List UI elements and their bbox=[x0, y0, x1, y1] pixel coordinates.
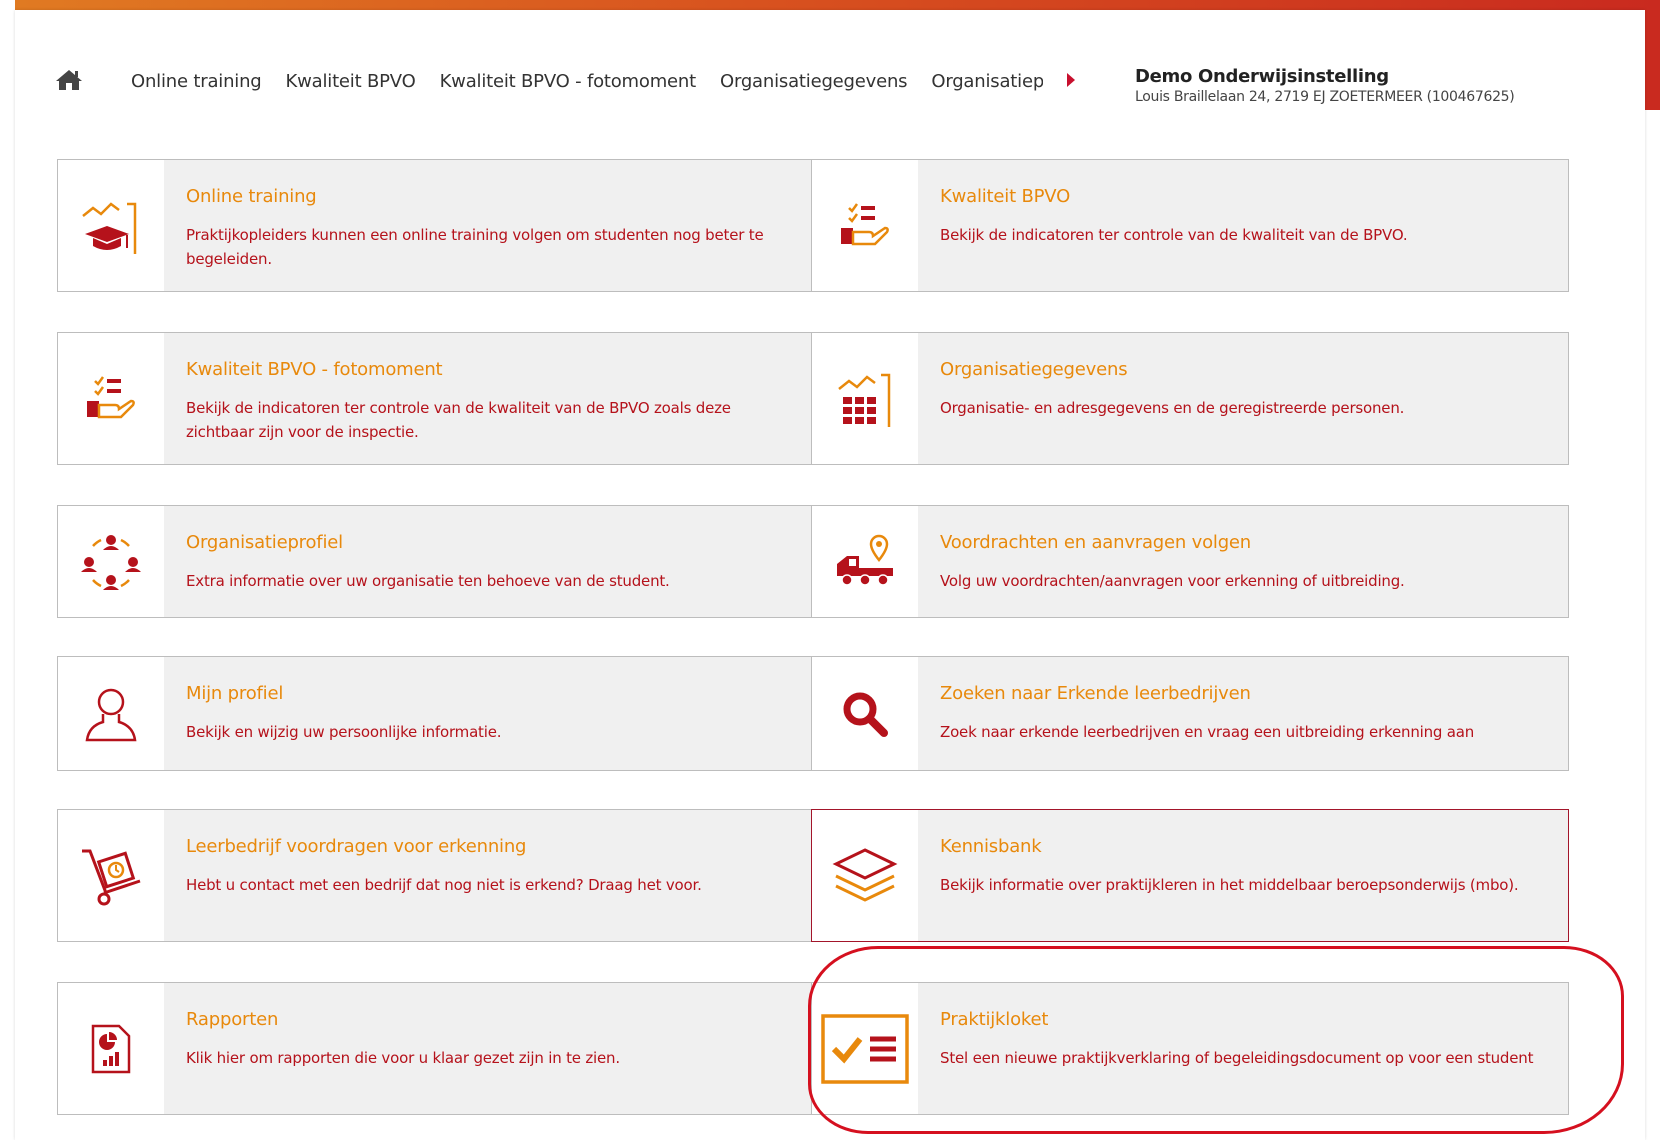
tile-mijn-profiel[interactable]: Mijn profiel Bekijk en wijzig uw persoon… bbox=[57, 656, 815, 771]
tile-kwaliteit-bpvo-fotomoment[interactable]: Kwaliteit BPVO - fotomoment Bekijk de in… bbox=[57, 332, 815, 465]
home-icon[interactable] bbox=[55, 68, 83, 92]
report-icon bbox=[91, 1024, 131, 1073]
tile-leerbedrijf-voordragen[interactable]: Leerbedrijf voordragen voor erkenning He… bbox=[57, 809, 815, 942]
people-circle-icon bbox=[81, 534, 141, 590]
tile-organisatieprofiel[interactable]: Organisatieprofiel Extra informatie over… bbox=[57, 505, 815, 618]
layers-icon bbox=[832, 847, 898, 902]
user-outline-icon bbox=[85, 688, 137, 741]
tile-description: Bekijk en wijzig uw persoonlijke informa… bbox=[186, 723, 502, 741]
tile-title: Online training bbox=[186, 186, 317, 207]
breadcrumb: Online training Kwaliteit BPVO Kwaliteit… bbox=[131, 66, 1081, 96]
tile-description: Stel een nieuwe praktijkverklaring of be… bbox=[940, 1049, 1534, 1067]
navigation-bar: Online training Kwaliteit BPVO Kwaliteit… bbox=[15, 10, 1645, 120]
tile-description: Bekijk de indicatoren ter controle van d… bbox=[940, 226, 1408, 244]
breadcrumb-scroll-right-icon[interactable] bbox=[1067, 73, 1075, 87]
tile-title: Rapporten bbox=[186, 1009, 279, 1030]
search-icon bbox=[843, 692, 888, 737]
tile-rapporten[interactable]: Rapporten Klik hier om rapporten die voo… bbox=[57, 982, 815, 1115]
tile-title: Voordrachten en aanvragen volgen bbox=[940, 532, 1252, 553]
organization-info: Demo Onderwijsinstelling Louis Braillela… bbox=[1135, 66, 1515, 105]
checklist-hand-icon bbox=[841, 202, 889, 245]
hand-truck-icon bbox=[82, 849, 141, 905]
chart-graduation-cap-icon bbox=[82, 201, 137, 254]
tile-title: Praktijkloket bbox=[940, 1009, 1049, 1030]
tile-zoeken-erkende-leerbedrijven[interactable]: Zoeken naar Erkende leerbedrijven Zoek n… bbox=[811, 656, 1569, 771]
left-margin bbox=[0, 0, 15, 1134]
tile-description: Klik hier om rapporten die voor u klaar … bbox=[186, 1049, 620, 1067]
tile-online-training[interactable]: Online training Praktijkopleiders kunnen… bbox=[57, 159, 815, 292]
tile-organisatiegegevens[interactable]: Organisatiegegevens Organisatie- en adre… bbox=[811, 332, 1569, 465]
truck-location-icon bbox=[837, 534, 893, 586]
organization-name: Demo Onderwijsinstelling bbox=[1135, 66, 1389, 87]
tile-title: Organisatieprofiel bbox=[186, 532, 343, 553]
tile-description: Bekijk informatie over praktijkleren in … bbox=[940, 876, 1519, 894]
breadcrumb-organisatiegegevens[interactable]: Organisatiegegevens bbox=[720, 71, 908, 92]
organization-address: Louis Braillelaan 24, 2719 EJ ZOETERMEER… bbox=[1135, 89, 1515, 105]
tile-title: Kwaliteit BPVO - fotomoment bbox=[186, 359, 443, 380]
tile-description: Praktijkopleiders kunnen een online trai… bbox=[186, 226, 764, 268]
tile-title: Kwaliteit BPVO bbox=[940, 186, 1071, 207]
tile-title: Zoeken naar Erkende leerbedrijven bbox=[940, 683, 1251, 704]
breadcrumb-kwaliteit-bpvo[interactable]: Kwaliteit BPVO bbox=[286, 71, 416, 92]
tile-title: Mijn profiel bbox=[186, 683, 284, 704]
checked-list-icon bbox=[821, 1013, 909, 1084]
tile-description: Extra informatie over uw organisatie ten… bbox=[186, 572, 670, 590]
tile-description: Organisatie- en adresgegevens en de gere… bbox=[940, 399, 1405, 417]
checklist-hand-icon bbox=[87, 375, 135, 418]
tile-title: Leerbedrijf voordragen voor erkenning bbox=[186, 836, 527, 857]
tile-praktijkloket[interactable]: Praktijkloket Stel een nieuwe praktijkve… bbox=[811, 982, 1569, 1115]
breadcrumb-kwaliteit-bpvo-fotomoment[interactable]: Kwaliteit BPVO - fotomoment bbox=[440, 71, 697, 92]
tile-kennisbank[interactable]: Kennisbank Bekijk informatie over prakti… bbox=[811, 809, 1569, 942]
breadcrumb-organisatieprofiel[interactable]: Organisatiep bbox=[931, 71, 1043, 92]
main-page: Online training Kwaliteit BPVO Kwaliteit… bbox=[15, 10, 1645, 1140]
tile-description: Hebt u contact met een bedrijf dat nog n… bbox=[186, 876, 702, 894]
tile-description: Bekijk de indicatoren ter controle van d… bbox=[186, 399, 731, 441]
breadcrumb-online-training[interactable]: Online training bbox=[131, 71, 262, 92]
chart-building-icon bbox=[838, 373, 891, 427]
tile-description: Zoek naar erkende leerbedrijven en vraag… bbox=[940, 723, 1475, 741]
tile-kwaliteit-bpvo[interactable]: Kwaliteit BPVO Bekijk de indicatoren ter… bbox=[811, 159, 1569, 292]
tile-voordrachten-aanvragen[interactable]: Voordrachten en aanvragen volgen Volg uw… bbox=[811, 505, 1569, 618]
tile-description: Volg uw voordrachten/aanvragen voor erke… bbox=[940, 572, 1405, 590]
tile-title: Kennisbank bbox=[940, 836, 1042, 857]
tile-title: Organisatiegegevens bbox=[940, 359, 1128, 380]
